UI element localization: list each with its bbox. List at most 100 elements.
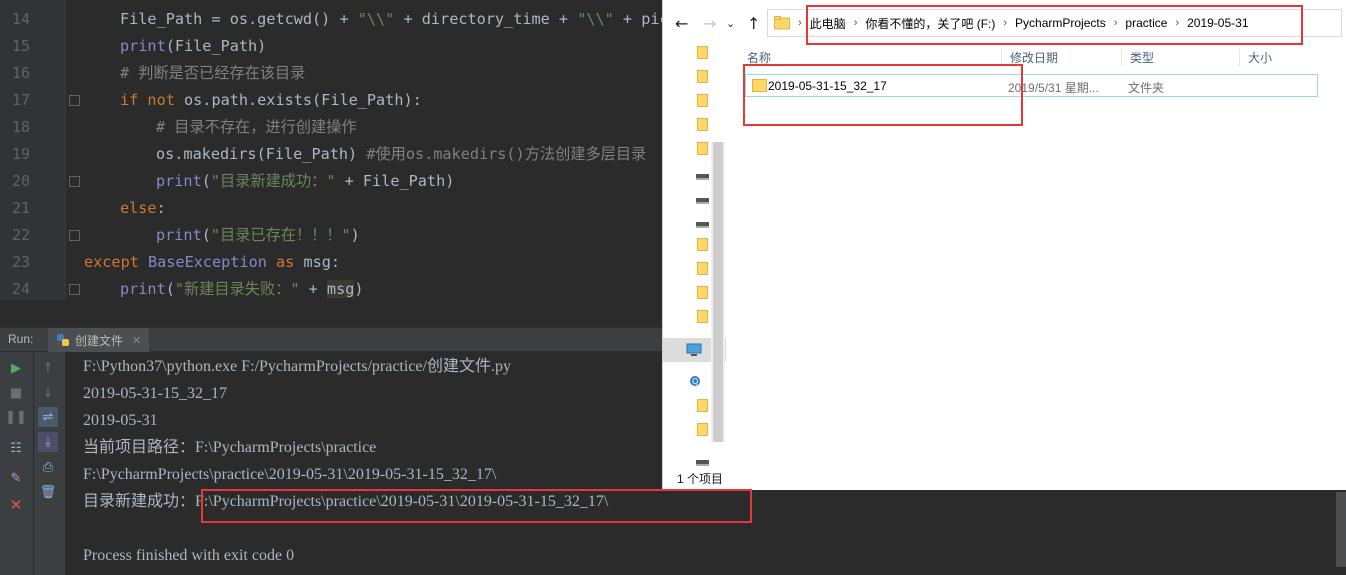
code-line[interactable]: File_Path = os.getcwd() + "\\" + directo… <box>84 6 662 33</box>
run-tab-label: 创建文件 <box>75 333 124 348</box>
close-run-icon[interactable]: ✕ <box>6 495 26 515</box>
folder-icon[interactable] <box>697 423 708 436</box>
back-arrow-icon[interactable]: ← <box>675 14 688 33</box>
folder-icon[interactable] <box>697 262 708 275</box>
code-token: # 目录不存在，进行创建操作 <box>156 118 357 136</box>
code-token: if not <box>120 91 185 109</box>
run-panel-header: Run: 创建文件 ✕ <box>0 327 662 352</box>
run-tab[interactable]: 创建文件 ✕ <box>48 328 150 352</box>
highlight-box-console-path <box>201 489 752 523</box>
trash-icon[interactable]: 🗑 <box>38 482 58 502</box>
python-icon <box>57 334 69 346</box>
folder-icon[interactable] <box>697 70 708 83</box>
code-line[interactable]: os.makedirs(File_Path) #使用os.makedirs()方… <box>84 141 646 168</box>
up-arrow-icon[interactable]: ↑ <box>747 14 760 33</box>
code-line[interactable]: print("目录已存在！！！") <box>84 222 360 249</box>
code-token: ( <box>201 226 211 244</box>
folder-icon[interactable] <box>697 142 708 155</box>
fold-marker-icon[interactable] <box>69 95 80 106</box>
drive-icon[interactable] <box>696 222 709 228</box>
console-line: F:\Python37\python.exe F:/PycharmProject… <box>83 358 511 375</box>
console-line: 2019-05-31 <box>83 412 158 429</box>
quick-access-icon[interactable]: Q <box>689 375 701 387</box>
code-line[interactable]: else: <box>84 195 166 222</box>
drive-icon[interactable] <box>696 198 709 204</box>
pause-icon[interactable]: ❚❚ <box>5 407 27 427</box>
code-editor[interactable]: 14 15 16 17 18 19 20 21 22 23 24 File_Pa… <box>0 0 662 300</box>
up-arrow-icon[interactable]: ↑ <box>38 358 58 378</box>
code-token: os.path.exists(File_Path): <box>184 91 422 109</box>
console-line: 2019-05-31-15_32_17 <box>83 385 227 402</box>
line-number: 24 <box>11 280 30 298</box>
fold-marker-icon[interactable] <box>69 230 80 241</box>
scrollbar-thumb[interactable] <box>713 142 723 442</box>
line-number: 22 <box>11 226 30 244</box>
fold-marker-icon[interactable] <box>69 284 80 295</box>
line-number: 19 <box>11 145 30 163</box>
code-token: print <box>156 172 202 190</box>
pin-icon[interactable]: ✎ <box>6 468 26 488</box>
column-size[interactable]: 大小 <box>1240 49 1310 66</box>
folder-icon[interactable] <box>697 238 708 251</box>
down-arrow-icon[interactable]: ↓ <box>38 383 58 403</box>
code-token: ( <box>165 280 175 298</box>
chevron-down-icon[interactable]: ⌄ <box>726 17 735 30</box>
code-line[interactable]: if not os.path.exists(File_Path): <box>84 87 422 114</box>
folder-icon[interactable] <box>697 94 708 107</box>
folder-icon[interactable] <box>697 118 708 131</box>
scroll-to-end-icon[interactable]: ⤓ <box>38 432 58 452</box>
folder-icon[interactable] <box>697 310 708 323</box>
code-token: ) <box>350 226 360 244</box>
folder-icon[interactable] <box>697 286 708 299</box>
highlight-box-new-folder <box>743 64 1023 126</box>
highlight-box-breadcrumb <box>806 5 1303 45</box>
code-token: : <box>156 199 166 217</box>
console-line: Process finished with exit code 0 <box>83 547 295 564</box>
line-number: 23 <box>11 253 30 271</box>
code-token: "\\" <box>357 10 395 28</box>
folder-icon[interactable] <box>697 46 708 59</box>
code-token: + directory_time + <box>394 10 578 28</box>
print-icon[interactable]: ⎙ <box>38 457 58 477</box>
code-line[interactable]: # 判断是否已经存在该目录 <box>84 60 305 87</box>
navigation-scrollbar[interactable] <box>711 142 725 442</box>
console-scrollbar[interactable] <box>1336 492 1346 567</box>
svg-text:Q: Q <box>692 377 698 386</box>
folder-icon[interactable] <box>697 399 708 412</box>
code-token: BaseException <box>148 253 277 271</box>
stop-icon[interactable]: ■ <box>6 383 26 403</box>
line-number: 21 <box>11 199 30 217</box>
code-line[interactable]: print(File_Path) <box>84 33 266 60</box>
line-number-gutter: 14 15 16 17 18 19 20 21 22 23 24 <box>0 0 66 300</box>
code-line[interactable]: # 目录不存在，进行创建操作 <box>84 114 357 141</box>
code-token: "新建目录失败：" <box>174 280 300 298</box>
line-number: 15 <box>11 37 30 55</box>
code-token: + <box>299 280 327 298</box>
code-token: #使用os.makedirs()方法创建多层目录 <box>366 145 647 163</box>
computer-icon <box>686 343 702 356</box>
column-type[interactable]: 类型 <box>1122 49 1240 66</box>
fold-marker-icon[interactable] <box>69 176 80 187</box>
code-line[interactable]: print("新建目录失败：" + msg) <box>84 276 364 300</box>
forward-arrow-icon[interactable]: → <box>703 14 716 33</box>
file-type: 文件夹 <box>1128 81 1165 95</box>
code-token: msg: <box>303 253 341 271</box>
code-token: "目录新建成功：" <box>210 172 336 190</box>
code-line[interactable]: except BaseException as msg: <box>84 249 340 276</box>
navigation-pane[interactable]: Q <box>663 44 726 490</box>
code-line[interactable]: print("目录新建成功：" + File_Path) <box>84 168 454 195</box>
dump-threads-icon[interactable]: ☷ <box>6 438 26 458</box>
code-token: + File_Path) <box>335 172 455 190</box>
status-bar-count: 1 个项目 <box>677 472 724 486</box>
code-token: as <box>276 253 304 271</box>
drive-icon[interactable] <box>696 460 709 466</box>
line-number: 14 <box>11 10 30 28</box>
code-token: File_Path = os.getcwd() + <box>120 10 358 28</box>
close-icon[interactable]: ✕ <box>132 334 141 347</box>
soft-wrap-icon[interactable]: ⇌ <box>38 407 58 427</box>
run-icon[interactable]: ▶ <box>6 358 26 378</box>
drive-icon[interactable] <box>696 174 709 180</box>
line-number: 16 <box>11 64 30 82</box>
code-token: ( <box>201 172 211 190</box>
line-number: 18 <box>11 118 30 136</box>
